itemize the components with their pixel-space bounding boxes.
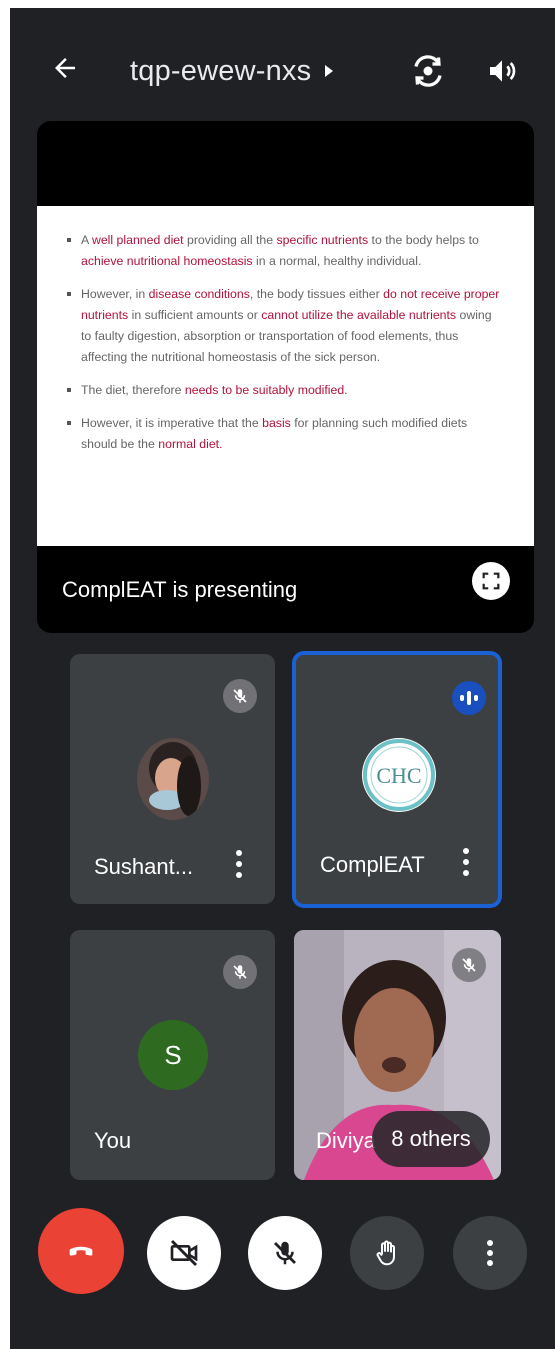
slide-highlight-text: cannot utilize the available nutrients: [261, 308, 457, 322]
mic-off-icon: [233, 689, 247, 703]
camera-toggle-button[interactable]: [147, 1216, 221, 1290]
slide-highlight-text: normal diet.: [158, 437, 223, 451]
raise-hand-button[interactable]: [350, 1216, 424, 1290]
slide-text: in sufficient amounts or: [128, 308, 262, 322]
mic-off-icon: [233, 965, 247, 979]
slide-text: , the body tissues either: [249, 287, 384, 301]
top-bar: tqp-ewew-nxs: [10, 8, 555, 118]
muted-indicator: [452, 948, 486, 982]
slide-highlight-text: basis: [262, 416, 291, 430]
more-options-button[interactable]: [453, 1216, 527, 1290]
participant-avatar: CHC: [362, 738, 436, 812]
audio-output-button[interactable]: [476, 45, 528, 97]
end-call-button[interactable]: [38, 1208, 124, 1294]
slide-highlight-text: disease conditions: [148, 287, 250, 301]
slide-bullet: The diet, therefore needs to be suitably…: [67, 380, 504, 401]
slide-bullet: However, it is imperative that the basis…: [67, 413, 504, 455]
raise-hand-icon: [376, 1240, 395, 1266]
participant-more-button[interactable]: [454, 842, 478, 882]
logo-text: CHC: [376, 763, 421, 788]
self-avatar: S: [138, 1020, 208, 1090]
presenting-bar: ComplEAT is presenting: [37, 546, 534, 633]
participant-name: You: [94, 1128, 132, 1153]
meeting-code: tqp-ewew-nxs: [130, 54, 312, 87]
participant-name: ComplEAT: [320, 852, 425, 877]
slide-text: However, in: [81, 287, 149, 301]
muted-indicator: [223, 679, 257, 713]
fullscreen-icon: [482, 572, 500, 590]
slide-highlight-text: needs to be suitably modified.: [184, 383, 348, 397]
mic-toggle-button[interactable]: [248, 1216, 322, 1290]
participant-name: Sushant...: [94, 854, 194, 879]
presentation-panel: A well planned diet providing all the sp…: [37, 121, 534, 633]
slide-text: providing all the: [183, 233, 277, 247]
switch-camera-button[interactable]: [402, 45, 454, 97]
slide-text: A: [81, 233, 92, 247]
chc-logo-image: CHC: [363, 739, 435, 811]
presenting-label: ComplEAT is presenting: [62, 576, 298, 602]
participant-tile-active[interactable]: CHC ComplEAT: [292, 651, 502, 908]
hang-up-icon: [69, 1246, 93, 1256]
avatar-photo-image: [137, 738, 209, 820]
slide-text: However, it is imperative that the: [81, 416, 263, 430]
slide-highlight-text: specific nutrients: [276, 233, 369, 247]
more-vert-icon: [487, 1240, 493, 1266]
slide-bullet: A well planned diet providing all the sp…: [67, 230, 504, 272]
mic-off-icon: [274, 1241, 296, 1265]
speaking-indicator: [452, 681, 486, 715]
meeting-info-button[interactable]: tqp-ewew-nxs: [130, 51, 335, 91]
slide-text: in a normal, healthy individual.: [252, 254, 422, 268]
slide-bullet-list: A well planned diet providing all the sp…: [67, 230, 504, 455]
participant-tile[interactable]: Sushant...: [70, 654, 275, 904]
caret-right-icon: [325, 65, 334, 77]
participant-avatar: [137, 738, 209, 820]
shared-slide: A well planned diet providing all the sp…: [37, 206, 534, 546]
slide-highlight-text: well planned diet: [91, 233, 184, 247]
switch-camera-icon: [414, 55, 442, 87]
slide-highlight-text: achieve nutritional homeostasis: [81, 254, 253, 268]
back-arrow-icon: [55, 58, 75, 78]
slide-text: The diet, therefore: [81, 383, 185, 397]
muted-indicator: [223, 955, 257, 989]
camera-off-icon: [170, 1239, 198, 1267]
slide-text: to the body helps to: [368, 233, 479, 247]
back-button[interactable]: [40, 43, 90, 93]
slide-bullet: However, in disease conditions, the body…: [67, 284, 504, 368]
participant-name: Diviya: [316, 1128, 376, 1153]
participant-more-button[interactable]: [227, 844, 251, 884]
call-controls: [10, 1186, 555, 1306]
speaker-icon: [490, 60, 516, 82]
self-tile[interactable]: S You: [70, 930, 275, 1180]
mic-off-icon: [462, 958, 476, 972]
meet-screen: tqp-ewew-nxs A well planned diet providi…: [10, 8, 555, 1349]
fullscreen-button[interactable]: [472, 562, 510, 600]
others-button[interactable]: 8 others: [372, 1111, 490, 1167]
